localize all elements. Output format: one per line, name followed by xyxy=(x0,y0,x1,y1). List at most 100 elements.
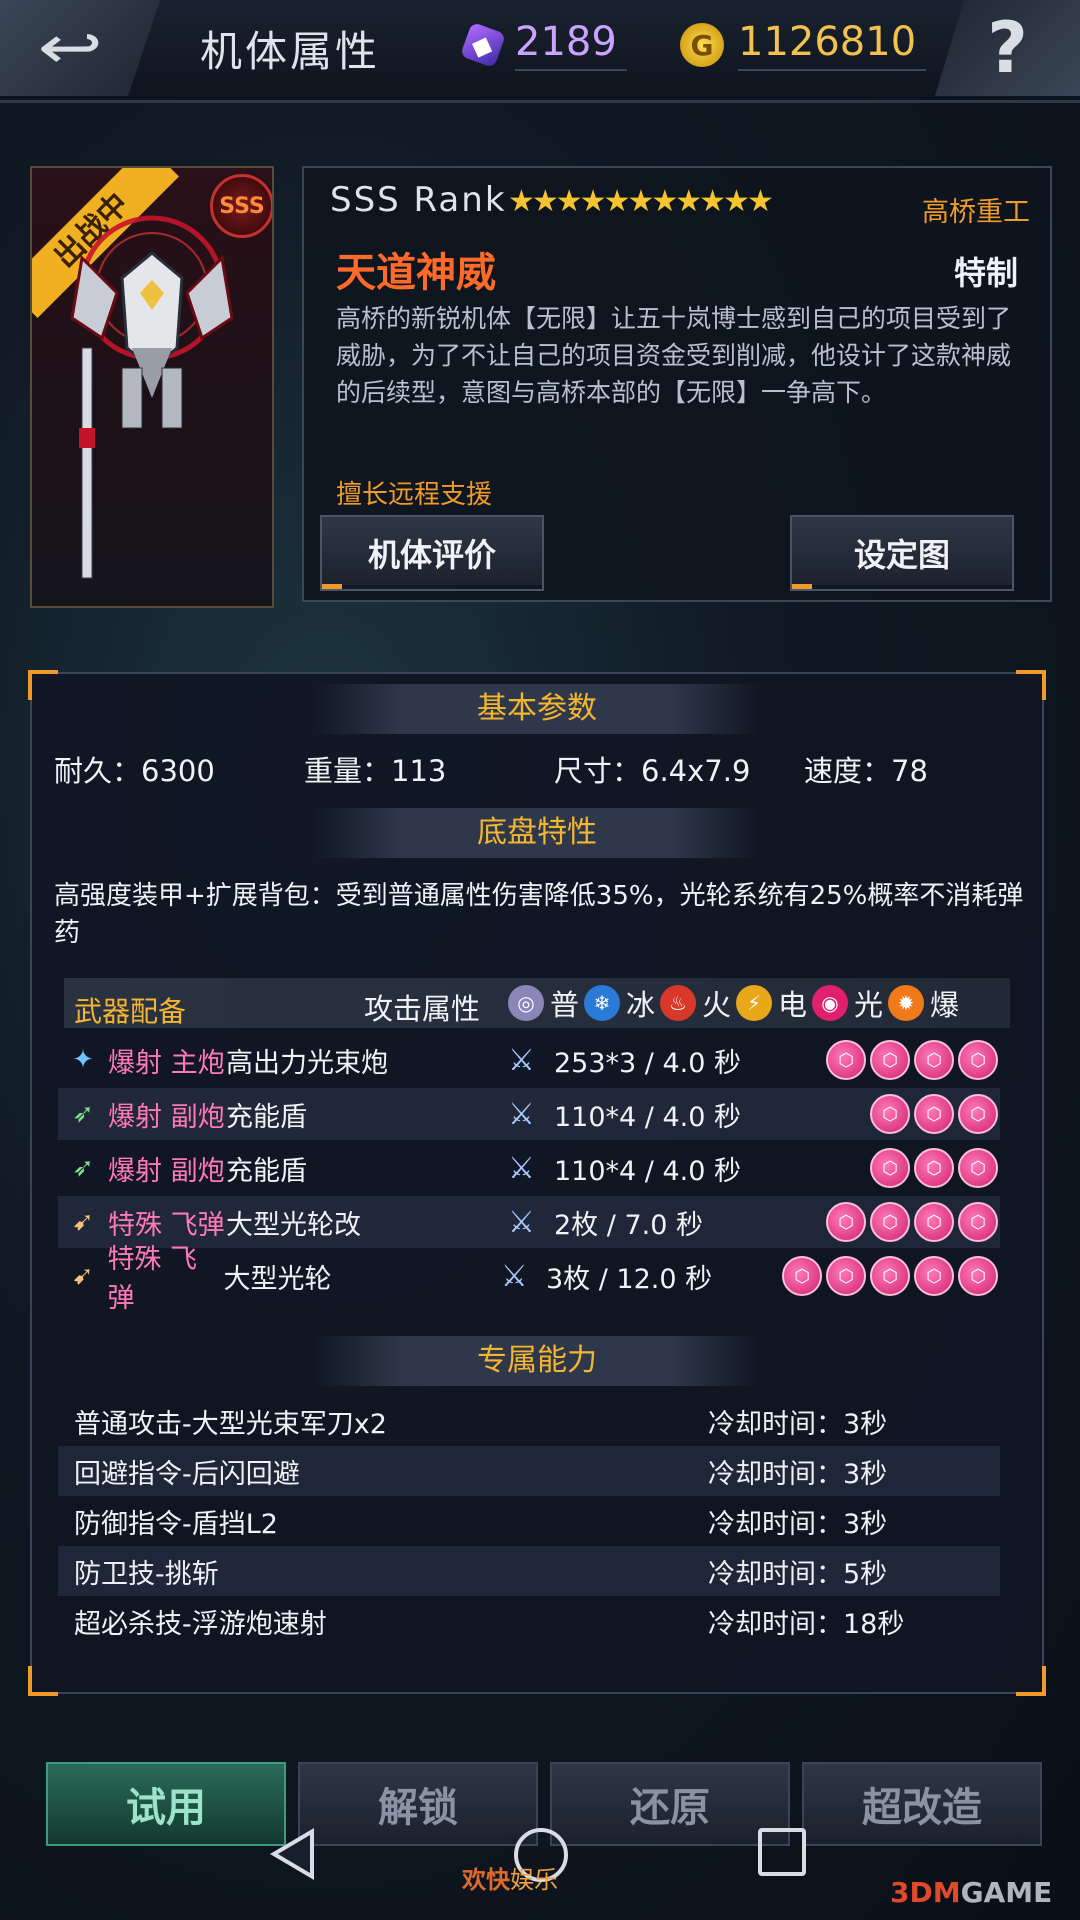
trial-button[interactable]: 试用 xyxy=(46,1762,286,1846)
artwork-button[interactable]: 设定图 xyxy=(790,515,1014,591)
element-0: ◎ 普 xyxy=(508,982,579,1024)
mech-name: 天道神威 xyxy=(336,250,496,296)
rank-stars: ★★★★★★★★★★★ xyxy=(508,184,774,219)
element-icon: ♨ xyxy=(660,985,696,1021)
chassis-trait-text: 高强度装甲+扩展背包：受到普通属性伤害降低35%，光轮系统有25%概率不消耗弹药 xyxy=(54,881,1024,948)
weapon-damage: 110*4 / 4.0 秒 xyxy=(554,1155,741,1187)
mech-artwork xyxy=(70,215,234,579)
ability-row: 防卫技-挑斩 冷却时间：5秒 xyxy=(58,1546,1000,1596)
element-icon: ⚡ xyxy=(736,985,772,1021)
stat-durability: 耐久：6300 xyxy=(54,754,215,788)
element-3: ⚡ 电 xyxy=(736,982,807,1024)
light-gem-icon: ⬡ xyxy=(958,1040,998,1080)
light-gem-icon: ⬡ xyxy=(870,1202,910,1242)
evaluate-mech-button[interactable]: 机体评价 xyxy=(320,515,544,591)
weapon-name: 大型光轮改 xyxy=(226,1209,361,1241)
back-arrow-icon: ↩ xyxy=(37,13,103,83)
light-gem-icon: ⬡ xyxy=(782,1256,823,1296)
nav-recent-icon[interactable] xyxy=(758,1828,806,1876)
element-icon: ◉ xyxy=(812,985,848,1021)
abilities-header: 专属能力 xyxy=(314,1336,760,1386)
light-gem-icon: ⬡ xyxy=(958,1202,998,1242)
sword-icon: ⚔ xyxy=(508,1150,535,1186)
weapon-name: 大型光轮 xyxy=(223,1263,332,1295)
panel-corner xyxy=(28,1666,58,1696)
light-gem-icon: ⬡ xyxy=(826,1256,867,1296)
diamond-counter: ◆ 2189 xyxy=(459,10,627,80)
stat-size: 尺寸：6.4x7.9 xyxy=(554,754,751,788)
help-icon: ? xyxy=(987,7,1028,89)
watermark-right: 3DMGAME xyxy=(890,1876,1052,1909)
manufacturer-label: 高桥重工 xyxy=(922,197,1030,228)
light-gem-icon: ⬡ xyxy=(870,1148,910,1188)
panel-corner xyxy=(1016,1666,1046,1696)
basic-params-header: 基本参数 xyxy=(314,684,760,734)
page-title: 机体属性 xyxy=(200,27,381,76)
ability-cooldown: 冷却时间：5秒 xyxy=(708,1558,888,1590)
weapon-damage: 253*3 / 4.0 秒 xyxy=(554,1047,741,1079)
element-label: 光 xyxy=(854,988,884,1022)
weapon-row[interactable]: ➹ 特殊 飞弹 大型光轮 ⚔ 3枚 / 12.0 秒 ⬡ ⬡ ⬡ ⬡ ⬡ xyxy=(58,1244,1000,1314)
weapon-row[interactable]: ✦ 爆射 主炮 高出力光束炮 ⚔ 253*3 / 4.0 秒 ⬡ ⬡ ⬡ ⬡ xyxy=(58,1034,1000,1086)
nav-back-icon[interactable] xyxy=(270,1828,314,1880)
restore-button[interactable]: 还原 xyxy=(550,1762,790,1846)
weapons-header: 武器配备 xyxy=(74,995,187,1028)
weapon-row[interactable]: ➶ 爆射 副炮 充能盾 ⚔ 110*4 / 4.0 秒 ⬡ ⬡ ⬡ xyxy=(58,1142,1000,1194)
light-gem-icon: ⬡ xyxy=(870,1094,910,1134)
light-gem-icon: ⬡ xyxy=(870,1040,910,1080)
weapon-category: 爆射 主炮 xyxy=(108,1047,225,1079)
element-4: ◉ 光 xyxy=(812,982,883,1024)
weapon-category: 爆射 副炮 xyxy=(108,1101,225,1133)
light-gem-icon: ⬡ xyxy=(914,1094,954,1134)
weapon-category: 特殊 飞弹 xyxy=(107,1244,198,1314)
element-5: ✹ 爆 xyxy=(888,982,959,1024)
ability-cooldown: 冷却时间：3秒 xyxy=(708,1508,888,1540)
element-label: 普 xyxy=(550,988,580,1022)
super-mod-button[interactable]: 超改造 xyxy=(802,1762,1042,1846)
mech-description: 高桥的新锐机体【无限】让五十岚博士感到自己的项目受到了威胁，为了不让自己的项目资… xyxy=(336,304,1012,407)
artwork-label: 设定图 xyxy=(853,536,950,574)
element-icon: ◎ xyxy=(508,985,544,1021)
weapon-name: 充能盾 xyxy=(226,1101,307,1133)
mech-specialty: 擅长远程支援 xyxy=(336,480,493,510)
sword-icon: ⚔ xyxy=(508,1204,535,1240)
weapon-name: 充能盾 xyxy=(226,1155,307,1187)
weapon-damage: 3枚 / 12.0 秒 xyxy=(545,1263,713,1295)
weapon-damage: 2枚 / 7.0 秒 xyxy=(554,1209,703,1241)
beam-cannon-icon: ✦ xyxy=(72,1045,94,1075)
sword-icon: ⚔ xyxy=(508,1042,535,1078)
panel-corner xyxy=(28,670,58,700)
ability-row: 防御指令-盾挡L2 冷却时间：3秒 xyxy=(58,1496,1000,1546)
light-element-gems: ⬡ ⬡ ⬡ xyxy=(790,1094,998,1134)
gold-value: 1126810 xyxy=(738,19,927,71)
unlock-button[interactable]: 解锁 xyxy=(298,1762,538,1846)
rank-label: SSS Rank xyxy=(330,180,507,220)
weapon-row[interactable]: ➶ 爆射 副炮 充能盾 ⚔ 110*4 / 4.0 秒 ⬡ ⬡ ⬡ xyxy=(58,1088,1000,1140)
watermark-left-b: 娱乐 xyxy=(510,1866,558,1894)
light-element-gems: ⬡ ⬡ ⬡ ⬡ xyxy=(790,1202,998,1242)
mech-portrait-card[interactable]: 出战中 SSS xyxy=(30,166,274,608)
ability-cooldown: 冷却时间：3秒 xyxy=(708,1458,888,1490)
ability-row: 普通攻击-大型光束军刀x2 冷却时间：3秒 xyxy=(58,1396,1000,1446)
watermark-left: 欢快娱乐 xyxy=(462,1860,558,1895)
weapon-category: 特殊 飞弹 xyxy=(108,1209,225,1241)
light-gem-icon: ⬡ xyxy=(958,1256,999,1296)
light-gem-icon: ⬡ xyxy=(826,1040,866,1080)
chassis-header: 底盘特性 xyxy=(314,808,760,858)
element-2: ♨ 火 xyxy=(660,982,731,1024)
light-element-gems: ⬡ ⬡ ⬡ ⬡ xyxy=(790,1040,998,1080)
ability-row: 超必杀技-浮游炮速射 冷却时间：18秒 xyxy=(58,1596,1000,1646)
ability-name: 防卫技-挑斩 xyxy=(74,1558,219,1590)
watermark-right-a: 3DM xyxy=(890,1876,961,1909)
sword-icon: ⚔ xyxy=(508,1096,535,1132)
light-element-gems: ⬡ ⬡ ⬡ ⬡ ⬡ xyxy=(778,1256,999,1296)
ability-name: 防御指令-盾挡L2 xyxy=(74,1508,278,1540)
evaluate-label: 机体评价 xyxy=(367,536,496,574)
ability-row: 回避指令-后闪回避 冷却时间：3秒 xyxy=(58,1446,1000,1496)
stat-weight: 重量：113 xyxy=(304,754,447,788)
diamond-value: 2189 xyxy=(515,19,627,71)
light-gem-icon: ⬡ xyxy=(958,1148,998,1188)
sub-cannon-icon: ➶ xyxy=(72,1099,94,1129)
weapon-category: 爆射 副炮 xyxy=(108,1155,225,1187)
ability-cooldown: 冷却时间：18秒 xyxy=(708,1608,905,1640)
